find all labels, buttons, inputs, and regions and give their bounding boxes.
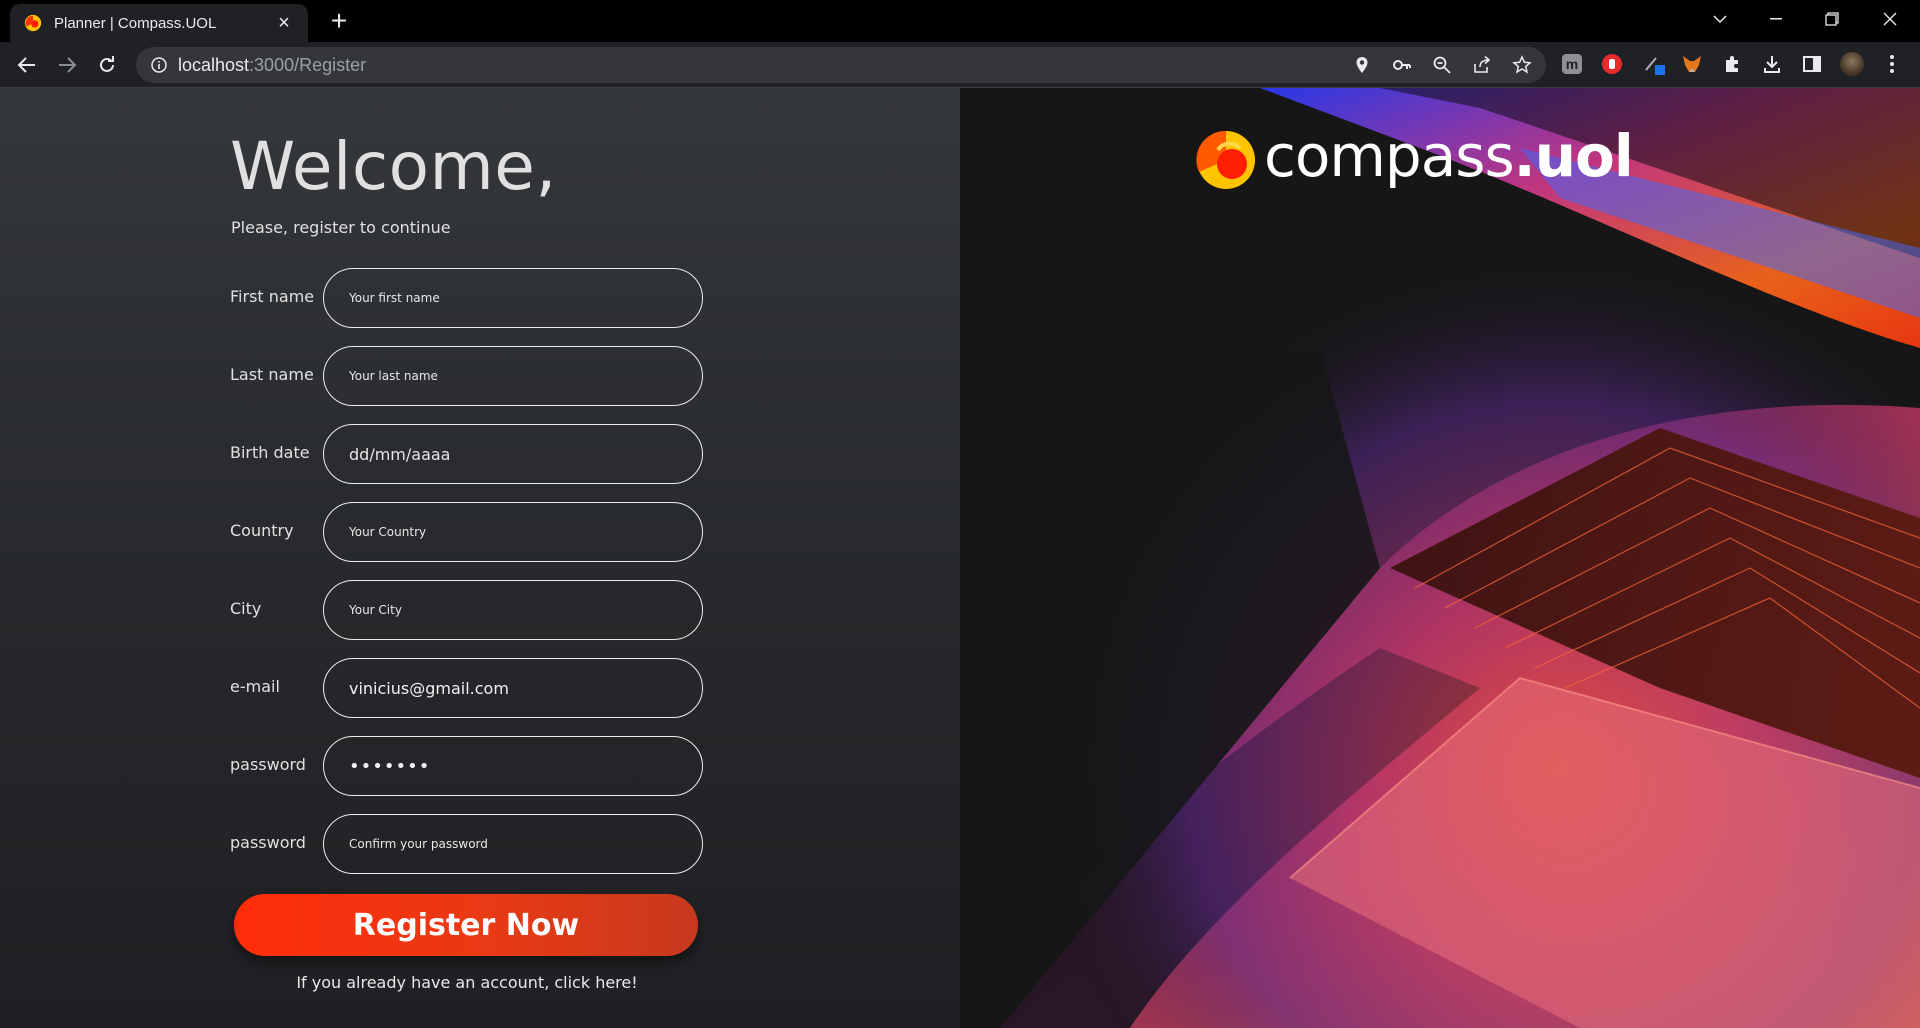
first-name-row: First name [230, 268, 704, 328]
download-icon[interactable] [1760, 52, 1784, 76]
tab-search-icon[interactable] [1696, 0, 1744, 38]
zoom-icon[interactable] [1432, 55, 1452, 75]
last-name-input[interactable] [323, 346, 703, 406]
share-icon[interactable] [1472, 55, 1492, 75]
extension-m-icon[interactable]: m [1560, 52, 1584, 76]
close-window-icon[interactable] [1866, 0, 1914, 38]
logo-suffix: .uol [1513, 122, 1634, 190]
city-label: City [230, 599, 262, 618]
hero-image-panel: compass.uol [960, 88, 1920, 1028]
compass-logo-icon [1196, 130, 1255, 189]
city-input[interactable] [323, 580, 703, 640]
logo-wordmark: compass.uol [1264, 122, 1634, 190]
password-label: password [230, 755, 306, 774]
compass-uol-logo: compass.uol [1196, 122, 1696, 202]
back-arrow-icon[interactable] [12, 50, 42, 80]
page-title: Welcome, [230, 128, 557, 205]
sidepanel-icon[interactable] [1800, 52, 1824, 76]
city-row: City [230, 580, 704, 640]
address-bar[interactable]: localhost:3000/Register [136, 47, 1546, 83]
star-icon[interactable] [1512, 55, 1532, 75]
register-page: Welcome, Please, register to continue Fi… [0, 88, 1920, 1028]
key-icon[interactable] [1392, 55, 1412, 75]
browser-toolbar: localhost:3000/Register m [0, 42, 1920, 88]
url-text: localhost:3000/Register [178, 55, 366, 76]
extension-hand-icon[interactable] [1600, 52, 1624, 76]
compass-favicon-icon [24, 14, 42, 32]
last-name-row: Last name [230, 346, 704, 406]
tab-title: Planner | Compass.UOL [54, 14, 217, 32]
url-path: :3000/Register [249, 55, 367, 75]
location-icon[interactable] [1352, 55, 1372, 75]
email-input[interactable] [323, 658, 703, 718]
birth-date-label: Birth date [230, 443, 310, 462]
first-name-input[interactable] [323, 268, 703, 328]
profile-avatar[interactable] [1840, 52, 1864, 76]
extensions-icon[interactable] [1720, 52, 1744, 76]
new-tab-icon[interactable]: + [324, 6, 354, 36]
confirm-password-input[interactable] [323, 814, 703, 874]
email-row: e-mail [230, 658, 704, 718]
birth-date-input[interactable] [323, 424, 703, 484]
confirm-password-label: password [230, 833, 306, 852]
password-input[interactable] [323, 736, 703, 796]
last-name-label: Last name [230, 365, 314, 384]
login-link[interactable]: If you already have an account, click he… [0, 973, 934, 992]
url-host: localhost [178, 55, 250, 75]
menu-icon[interactable] [1880, 52, 1904, 76]
minimize-icon[interactable] [1752, 0, 1800, 38]
register-now-button[interactable]: Register Now [234, 894, 698, 956]
browser-tab[interactable]: Planner | Compass.UOL × [10, 4, 308, 42]
browser-tabbar: Planner | Compass.UOL × + [0, 0, 1920, 42]
laptop-hero-image [960, 88, 1920, 1028]
confirm-password-row: password [230, 814, 704, 874]
close-tab-icon[interactable]: × [274, 13, 294, 33]
logo-word: compass [1264, 122, 1515, 190]
password-row: password [230, 736, 704, 796]
country-row: Country [230, 502, 704, 562]
register-panel: Welcome, Please, register to continue Fi… [0, 88, 960, 1028]
extension-fox-icon[interactable] [1680, 52, 1704, 76]
page-subtitle: Please, register to continue [231, 218, 451, 237]
reload-icon[interactable] [92, 50, 122, 80]
extension-pen-icon[interactable] [1642, 52, 1666, 76]
info-icon[interactable] [150, 56, 168, 74]
restore-icon[interactable] [1808, 0, 1856, 38]
country-input[interactable] [323, 502, 703, 562]
email-label: e-mail [230, 677, 280, 696]
forward-arrow-icon[interactable] [52, 50, 82, 80]
country-label: Country [230, 521, 294, 540]
birth-date-row: Birth date [230, 424, 704, 484]
first-name-label: First name [230, 287, 315, 306]
